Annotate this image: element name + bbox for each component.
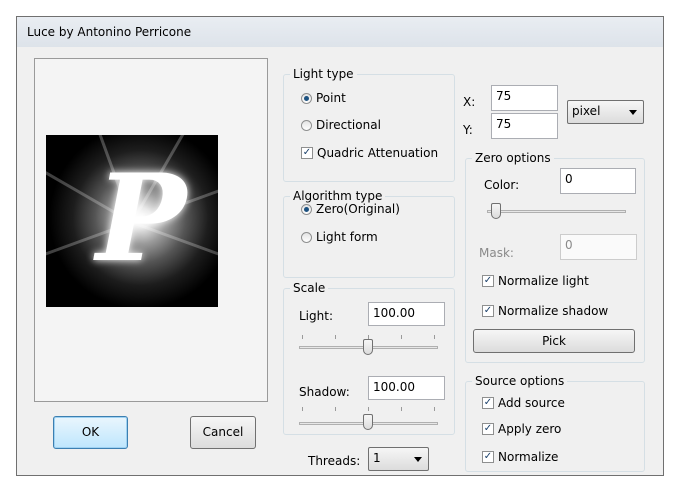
preview-image: P: [46, 135, 218, 307]
radio-button-icon: [301, 92, 312, 104]
light-scale-label: Light:: [299, 309, 333, 323]
apply-zero-label: Apply zero: [498, 422, 562, 436]
radio-light-form-label: Light form: [316, 230, 378, 244]
checkbox-normalize-shadow[interactable]: ✓ Normalize shadow: [482, 304, 608, 318]
radio-zero-original-label: Zero(Original): [316, 202, 400, 216]
color-slider-track[interactable]: [487, 210, 626, 213]
mask-label: Mask:: [479, 246, 514, 260]
radio-zero-original[interactable]: Zero(Original): [301, 202, 400, 216]
cancel-button[interactable]: Cancel: [190, 416, 256, 449]
checkbox-add-source[interactable]: ✓ Add source: [482, 396, 565, 410]
chevron-down-icon: [629, 110, 637, 115]
unit-select[interactable]: pixel: [567, 100, 644, 124]
add-source-label: Add source: [498, 396, 565, 410]
radio-button-icon: [301, 203, 312, 215]
check-icon: ✓: [482, 451, 494, 463]
check-icon: ✓: [482, 423, 494, 435]
x-label: X:: [463, 95, 476, 109]
check-icon: ✓: [482, 397, 494, 409]
chevron-down-icon: [414, 457, 422, 462]
radio-point-label: Point: [316, 91, 346, 105]
quadric-attenuation-label: Quadric Attenuation: [317, 146, 439, 160]
light-type-legend: Light type: [290, 67, 357, 81]
radio-directional[interactable]: Directional: [301, 118, 381, 132]
threads-value: 1: [373, 451, 381, 465]
scale-legend: Scale: [290, 281, 329, 295]
threads-label: Threads:: [308, 454, 361, 468]
dialog-body: P OK Cancel Light type Point Directional…: [17, 47, 663, 475]
light-scale-slider-thumb[interactable]: [363, 339, 373, 355]
normalize-light-label: Normalize light: [498, 274, 589, 288]
source-options-legend: Source options: [472, 374, 568, 388]
threads-select[interactable]: 1: [368, 447, 429, 471]
light-scale-input[interactable]: 100.00: [368, 302, 445, 326]
check-icon: ✓: [482, 305, 494, 317]
checkbox-quadric-attenuation[interactable]: ✓ Quadric Attenuation: [301, 146, 438, 160]
y-label: Y:: [463, 123, 473, 137]
zero-options-legend: Zero options: [472, 151, 554, 165]
dialog-window: Luce by Antonino Perricone P OK Cancel L…: [16, 16, 664, 476]
checkbox-apply-zero[interactable]: ✓ Apply zero: [482, 422, 561, 436]
radio-button-icon: [301, 119, 312, 131]
radio-light-form[interactable]: Light form: [301, 230, 378, 244]
preview-glyph: P: [96, 148, 187, 289]
color-slider-thumb[interactable]: [491, 203, 501, 219]
check-icon: ✓: [301, 147, 313, 159]
normalize-label: Normalize: [498, 450, 559, 464]
window-title: Luce by Antonino Perricone: [27, 25, 192, 39]
radio-button-icon: [301, 231, 312, 243]
checkbox-normalize[interactable]: ✓ Normalize: [482, 450, 558, 464]
y-input[interactable]: 75: [491, 113, 558, 139]
title-bar: Luce by Antonino Perricone: [17, 17, 663, 47]
unit-value: pixel: [572, 104, 601, 118]
normalize-shadow-label: Normalize shadow: [498, 304, 609, 318]
check-icon: ✓: [482, 275, 494, 287]
pick-button[interactable]: Pick: [473, 329, 635, 353]
shadow-scale-slider-thumb[interactable]: [363, 414, 373, 430]
algorithm-type-legend: Algorithm type: [290, 189, 386, 203]
color-input[interactable]: 0: [560, 168, 636, 194]
mask-input[interactable]: 0: [560, 234, 637, 260]
shadow-scale-input[interactable]: 100.00: [368, 376, 445, 400]
color-label: Color:: [484, 178, 520, 192]
ok-button[interactable]: OK: [53, 416, 128, 449]
radio-point[interactable]: Point: [301, 91, 346, 105]
radio-directional-label: Directional: [316, 118, 381, 132]
checkbox-normalize-light[interactable]: ✓ Normalize light: [482, 274, 589, 288]
shadow-scale-label: Shadow:: [299, 385, 350, 399]
x-input[interactable]: 75: [491, 85, 558, 111]
